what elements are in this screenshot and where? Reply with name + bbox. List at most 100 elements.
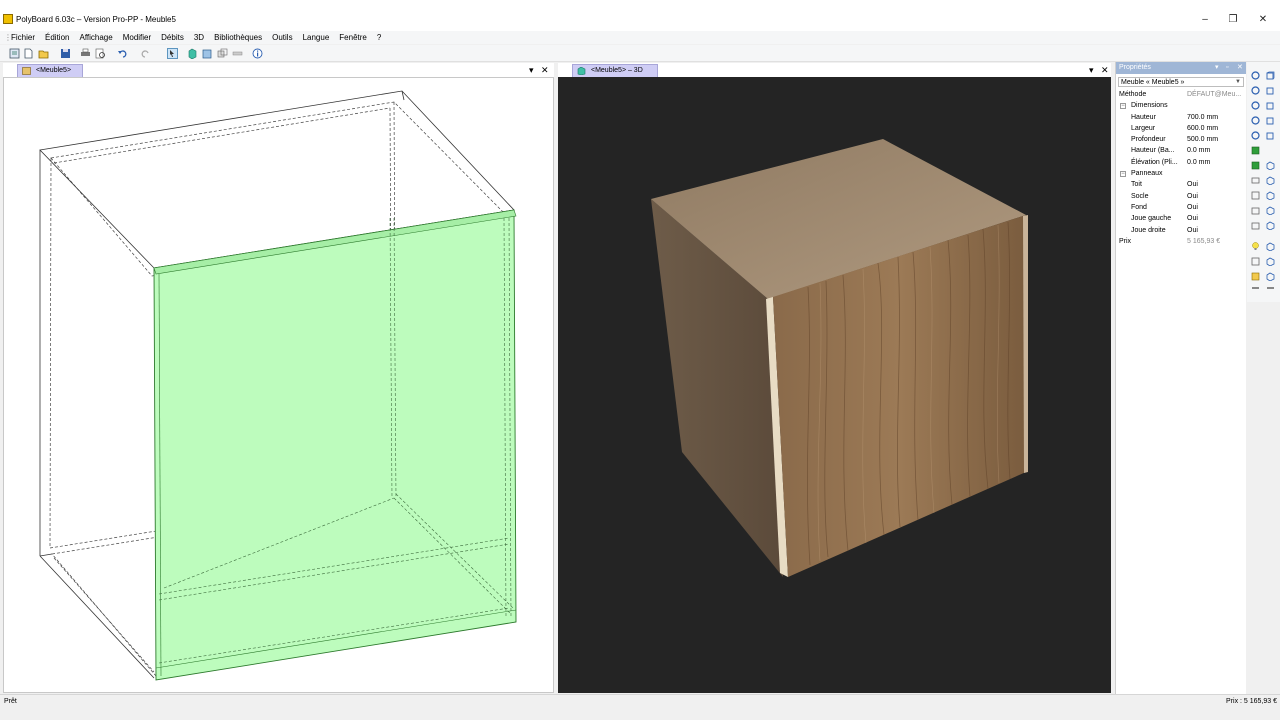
right-view-dropdown-button[interactable]: ▾ xyxy=(1089,65,1094,76)
cabinet-wireframe xyxy=(39,90,517,681)
iso-cube-7-icon[interactable] xyxy=(1266,257,1275,266)
new-project-icon[interactable] xyxy=(9,48,20,59)
cabinet-icon[interactable] xyxy=(202,48,213,59)
menu-outils[interactable]: Outils xyxy=(272,33,292,42)
properties-pin-button[interactable]: ▫ xyxy=(1226,62,1228,74)
panel-icon[interactable] xyxy=(1251,191,1260,200)
texture-icon[interactable] xyxy=(1251,272,1260,281)
object-select[interactable]: Meuble « Meuble5 » ▼ xyxy=(1118,77,1244,87)
right-view-close-button[interactable]: ✕ xyxy=(1101,65,1109,76)
properties-panel: Propriétés ▾ ▫ ✕ Meuble « Meuble5 » ▼ Mé… xyxy=(1115,62,1246,694)
duplicate-icon[interactable] xyxy=(217,48,228,59)
print-preview-icon[interactable] xyxy=(95,48,106,59)
property-row-largeur[interactable]: Largeur 600.0 mm xyxy=(1116,123,1246,134)
view-tools-strip xyxy=(1247,62,1280,302)
close-window-button[interactable]: ✕ xyxy=(1248,12,1278,28)
cube-front-icon[interactable] xyxy=(1266,86,1275,95)
chevron-down-icon: ▼ xyxy=(1235,79,1241,85)
cube-side-icon[interactable] xyxy=(1266,101,1275,110)
collapse-icon[interactable]: − xyxy=(1120,103,1126,110)
iso-cube-3-icon[interactable] xyxy=(1266,191,1275,200)
cube-view-icon[interactable] xyxy=(1266,71,1275,80)
select-icon[interactable] xyxy=(167,48,178,59)
left-view-dropdown-button[interactable]: ▾ xyxy=(529,65,534,76)
section-dimensions[interactable]: − Dimensions xyxy=(1116,100,1246,111)
left-view-close-button[interactable]: ✕ xyxy=(541,65,549,76)
view-3d[interactable] xyxy=(558,77,1111,693)
tab-label: <Meuble5> xyxy=(36,67,72,74)
menu-3d[interactable]: 3D xyxy=(194,33,204,42)
property-row-profondeur[interactable]: Profondeur 500.0 mm xyxy=(1116,134,1246,145)
menu-help[interactable]: ? xyxy=(377,33,381,42)
solid-view-icon[interactable] xyxy=(1251,146,1260,155)
menu-fichier[interactable]: Fichier xyxy=(11,33,35,42)
iso-cube-6-icon[interactable] xyxy=(1266,242,1275,251)
rotate-view-icon[interactable] xyxy=(1251,71,1260,80)
property-row-joue-gauche[interactable]: Joue gauche Oui xyxy=(1116,213,1246,224)
rotate-up-icon[interactable] xyxy=(1251,116,1260,125)
shaded-view-icon[interactable] xyxy=(1251,161,1260,170)
iso-cube-5-icon[interactable] xyxy=(1266,221,1275,230)
undo-icon[interactable] xyxy=(117,48,128,59)
property-row-socle[interactable]: Socle Oui xyxy=(1116,191,1246,202)
menu-affichage[interactable]: Affichage xyxy=(79,33,112,42)
view-3d-icon[interactable] xyxy=(187,48,198,59)
property-row-toit[interactable]: Toit Oui xyxy=(1116,179,1246,190)
layer-icon[interactable] xyxy=(1251,221,1260,230)
properties-close-button[interactable]: ✕ xyxy=(1237,62,1243,74)
rotate-right-icon[interactable] xyxy=(1251,101,1260,110)
save-icon[interactable] xyxy=(60,48,71,59)
redo-icon[interactable] xyxy=(140,48,151,59)
property-row-fond[interactable]: Fond Oui xyxy=(1116,202,1246,213)
more-views-icon[interactable] xyxy=(1266,284,1275,293)
object-select-value: Meuble « Meuble5 » xyxy=(1121,79,1185,86)
new-file-icon[interactable] xyxy=(23,48,34,59)
right-view-header: <Meuble5> – 3D ▾ ✕ xyxy=(558,63,1111,77)
minimize-button[interactable]: – xyxy=(1190,12,1220,28)
info-icon[interactable] xyxy=(252,48,263,59)
menu-langue[interactable]: Langue xyxy=(303,33,330,42)
wireframe-view[interactable] xyxy=(3,77,554,693)
rotate-down-icon[interactable] xyxy=(1251,131,1260,140)
cube-back-icon[interactable] xyxy=(1266,131,1275,140)
view-3d-icon xyxy=(577,67,586,75)
property-row-hauteur[interactable]: Hauteur 700.0 mm xyxy=(1116,112,1246,123)
maximize-button[interactable]: ❐ xyxy=(1218,12,1248,28)
iso-cube-2-icon[interactable] xyxy=(1266,176,1275,185)
rotate-left-icon[interactable] xyxy=(1251,86,1260,95)
tab-meuble5-3d[interactable]: <Meuble5> – 3D xyxy=(572,64,658,77)
title-bar: PolyBoard 6.03c – Version Pro-PP - Meubl… xyxy=(0,0,1280,31)
frame-icon[interactable] xyxy=(1251,176,1260,185)
menu-bar: ⋮ Fichier Édition Affichage Modifier Déb… xyxy=(0,31,1280,44)
iso-cube-icon[interactable] xyxy=(1266,161,1275,170)
box-icon[interactable] xyxy=(1251,206,1260,215)
app-logo-icon xyxy=(3,14,13,24)
menu-modifier[interactable]: Modifier xyxy=(123,33,151,42)
document-icon[interactable] xyxy=(1251,257,1260,266)
collapse-icon[interactable]: − xyxy=(1120,171,1126,178)
open-folder-icon[interactable] xyxy=(38,48,49,59)
cube-top-icon[interactable] xyxy=(1266,116,1275,125)
properties-title: Propriétés xyxy=(1119,64,1151,71)
section-panneaux[interactable]: − Panneaux xyxy=(1116,168,1246,179)
property-row-elevation[interactable]: Élévation (Pli... 0.0 mm xyxy=(1116,157,1246,168)
menu-fenetre[interactable]: Fenêtre xyxy=(339,33,367,42)
toolbar xyxy=(0,45,1280,62)
more-tools-icon[interactable] xyxy=(1251,284,1260,293)
properties-dropdown-button[interactable]: ▾ xyxy=(1215,62,1219,74)
light-bulb-icon[interactable] xyxy=(1251,242,1260,251)
property-row-prix[interactable]: Prix 5 165,93 € xyxy=(1116,236,1246,247)
menu-debits[interactable]: Débits xyxy=(161,33,184,42)
iso-cube-4-icon[interactable] xyxy=(1266,206,1275,215)
property-row-hauteur-base[interactable]: Hauteur (Ba... 0.0 mm xyxy=(1116,145,1246,156)
menu-bibliotheques[interactable]: Bibliothèques xyxy=(214,33,262,42)
tab-meuble5[interactable]: <Meuble5> xyxy=(17,64,83,77)
drawing-icon xyxy=(22,67,31,75)
measure-icon[interactable] xyxy=(232,48,243,59)
property-row-joue-droite[interactable]: Joue droite Oui xyxy=(1116,225,1246,236)
property-row-methode[interactable]: Méthode DÉFAUT@Meu... xyxy=(1116,89,1246,100)
iso-cube-8-icon[interactable] xyxy=(1266,272,1275,281)
menu-edition[interactable]: Édition xyxy=(45,33,69,42)
status-price: Prix : 5 165,93 € xyxy=(1226,698,1277,705)
print-icon[interactable] xyxy=(80,48,91,59)
